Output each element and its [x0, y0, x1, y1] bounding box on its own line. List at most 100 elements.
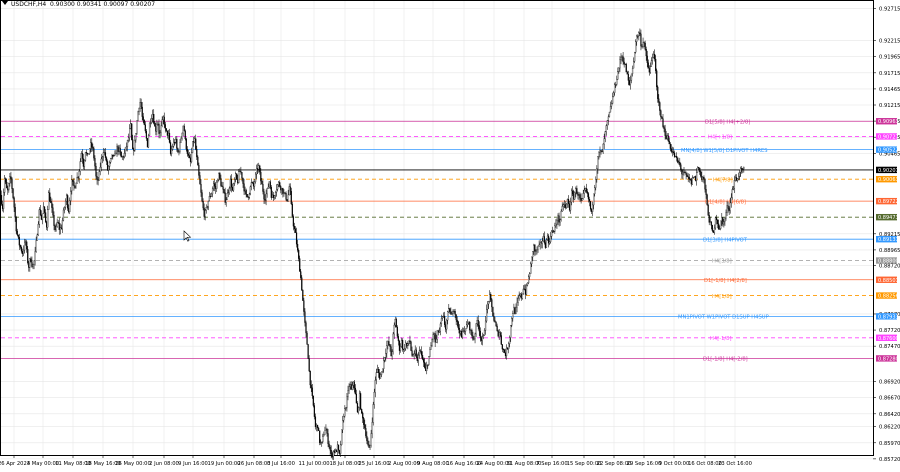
candle-body: [613, 93, 614, 97]
candle-body: [667, 136, 668, 139]
candle-body: [442, 317, 443, 319]
candle-body: [704, 177, 705, 179]
candle-body: [660, 111, 661, 117]
candle-body: [103, 153, 104, 157]
candle-body: [557, 221, 558, 224]
candle-body: [467, 323, 468, 325]
candle-body: [424, 362, 425, 367]
candle-body: [486, 309, 487, 321]
x-tick-label: 26 Apr 2023: [0, 461, 30, 467]
candle-body: [280, 187, 281, 191]
candle-body: [516, 307, 517, 313]
price-tag-label: 0.88501: [878, 278, 899, 284]
candle-body: [477, 320, 478, 324]
candle-body: [637, 36, 638, 37]
candle-body: [89, 149, 90, 154]
candle-body: [23, 250, 24, 254]
candle-body: [229, 188, 230, 193]
candle-body: [596, 169, 597, 180]
candle-body: [645, 43, 646, 49]
candle-body: [38, 224, 39, 235]
candle-body: [279, 182, 280, 186]
candle-body: [650, 67, 651, 73]
candle-body: [19, 237, 20, 245]
candle-body: [399, 341, 400, 351]
candle-body: [104, 152, 105, 153]
candle-body: [498, 331, 499, 336]
candle-body: [691, 180, 692, 185]
x-tick-label: 23 Oct 16:00: [718, 461, 752, 467]
candle-body: [123, 157, 124, 158]
candle-body: [455, 311, 456, 314]
x-tick-label: 9 Jun 16:00: [178, 461, 208, 467]
candle-body: [548, 236, 549, 243]
chart-window[interactable]: D1[5/8] H4[+2/8]H4[+1/8]MN[4/8] W1[5/8] …: [0, 0, 900, 468]
candle-body: [285, 193, 286, 194]
candle-body: [172, 146, 173, 149]
candle-body: [361, 409, 362, 413]
candle-body: [588, 193, 589, 199]
candle-body: [664, 127, 665, 129]
candle-body: [327, 429, 328, 433]
candle-body: [160, 133, 161, 134]
candle-body: [180, 142, 181, 151]
candle-body: [443, 316, 444, 317]
candle-body: [558, 216, 559, 221]
candle-body: [350, 384, 351, 386]
candle-body: [671, 149, 672, 152]
candle-body: [53, 208, 54, 215]
candle-body: [189, 156, 190, 158]
candle-body: [215, 186, 216, 189]
candle-body: [7, 188, 8, 190]
candle-body: [37, 235, 38, 241]
candle-body: [644, 42, 645, 43]
candle-body: [491, 300, 492, 307]
candle-body: [66, 195, 67, 201]
candle-body: [583, 193, 584, 198]
candle-body: [740, 168, 741, 172]
candle-body: [360, 393, 361, 409]
candle-body: [458, 322, 459, 328]
candle-body: [591, 209, 592, 211]
candle-body: [436, 339, 437, 342]
candle-body: [735, 177, 736, 180]
candle-body: [363, 418, 364, 425]
candle-body: [726, 212, 727, 218]
candle-body: [202, 193, 203, 202]
candle-body: [555, 224, 556, 226]
candle-body: [730, 203, 731, 211]
candle-body: [315, 417, 316, 427]
y-tick-label: 0.86670: [879, 396, 900, 402]
candle-body: [439, 331, 440, 332]
candle-body: [175, 139, 176, 142]
candle-body: [188, 154, 189, 156]
candle-body: [168, 133, 169, 135]
candle-body: [29, 259, 30, 268]
candle-body: [515, 308, 516, 314]
candle-body: [626, 64, 627, 72]
candle-body: [288, 195, 289, 201]
candle-body: [380, 375, 381, 379]
candle-body: [401, 340, 402, 346]
candle-body: [595, 179, 596, 187]
candle-body: [505, 353, 506, 356]
candle-body: [524, 289, 525, 290]
candle-body: [718, 224, 719, 229]
candle-body: [711, 222, 712, 226]
candle-body: [263, 184, 264, 191]
x-tick-label: 19 Jun 00:00: [208, 461, 241, 467]
candle-body: [101, 159, 102, 167]
candle-body: [429, 350, 430, 357]
candle-body: [438, 331, 439, 333]
caret-down-icon[interactable]: [2, 1, 8, 5]
candle-body: [244, 184, 245, 192]
candle-body: [699, 168, 700, 172]
candle-body: [230, 179, 231, 188]
candle-body: [137, 121, 138, 133]
candle-body: [271, 187, 272, 198]
candle-body: [519, 296, 520, 299]
candle-body: [356, 394, 357, 403]
candle-body: [463, 331, 464, 332]
price-tag-label: 0.89722: [878, 199, 899, 205]
price-chart[interactable]: D1[5/8] H4[+2/8]H4[+1/8]MN[4/8] W1[5/8] …: [0, 0, 900, 468]
